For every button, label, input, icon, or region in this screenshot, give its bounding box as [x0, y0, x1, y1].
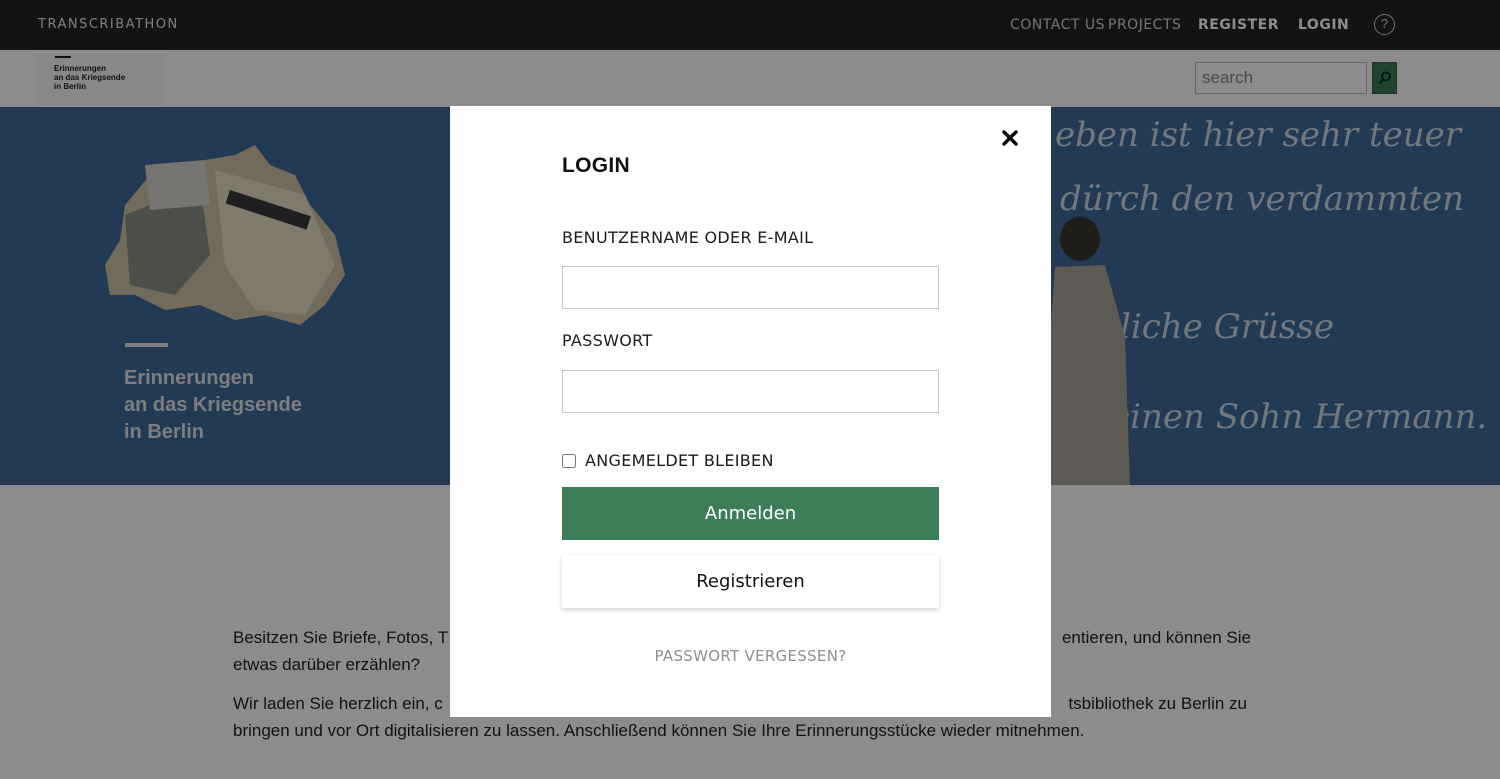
remember-me-label: ANGEMELDET BLEIBEN — [585, 451, 774, 470]
modal-title: LOGIN — [562, 154, 630, 177]
close-icon[interactable] — [998, 126, 1022, 150]
remember-me-checkbox[interactable] — [562, 453, 576, 468]
forgot-password-link[interactable]: PASSWORT VERGESSEN? — [562, 647, 939, 665]
login-submit-button[interactable]: Anmelden — [562, 487, 939, 540]
remember-me[interactable]: ANGEMELDET BLEIBEN — [562, 451, 774, 470]
password-label: PASSWORT — [562, 331, 653, 350]
username-input[interactable] — [562, 266, 939, 309]
password-input[interactable] — [562, 370, 939, 413]
username-label: BENUTZERNAME ODER E-MAIL — [562, 228, 814, 247]
login-modal: LOGIN BENUTZERNAME ODER E-MAIL PASSWORT … — [450, 106, 1051, 717]
register-button[interactable]: Registrieren — [562, 555, 939, 608]
